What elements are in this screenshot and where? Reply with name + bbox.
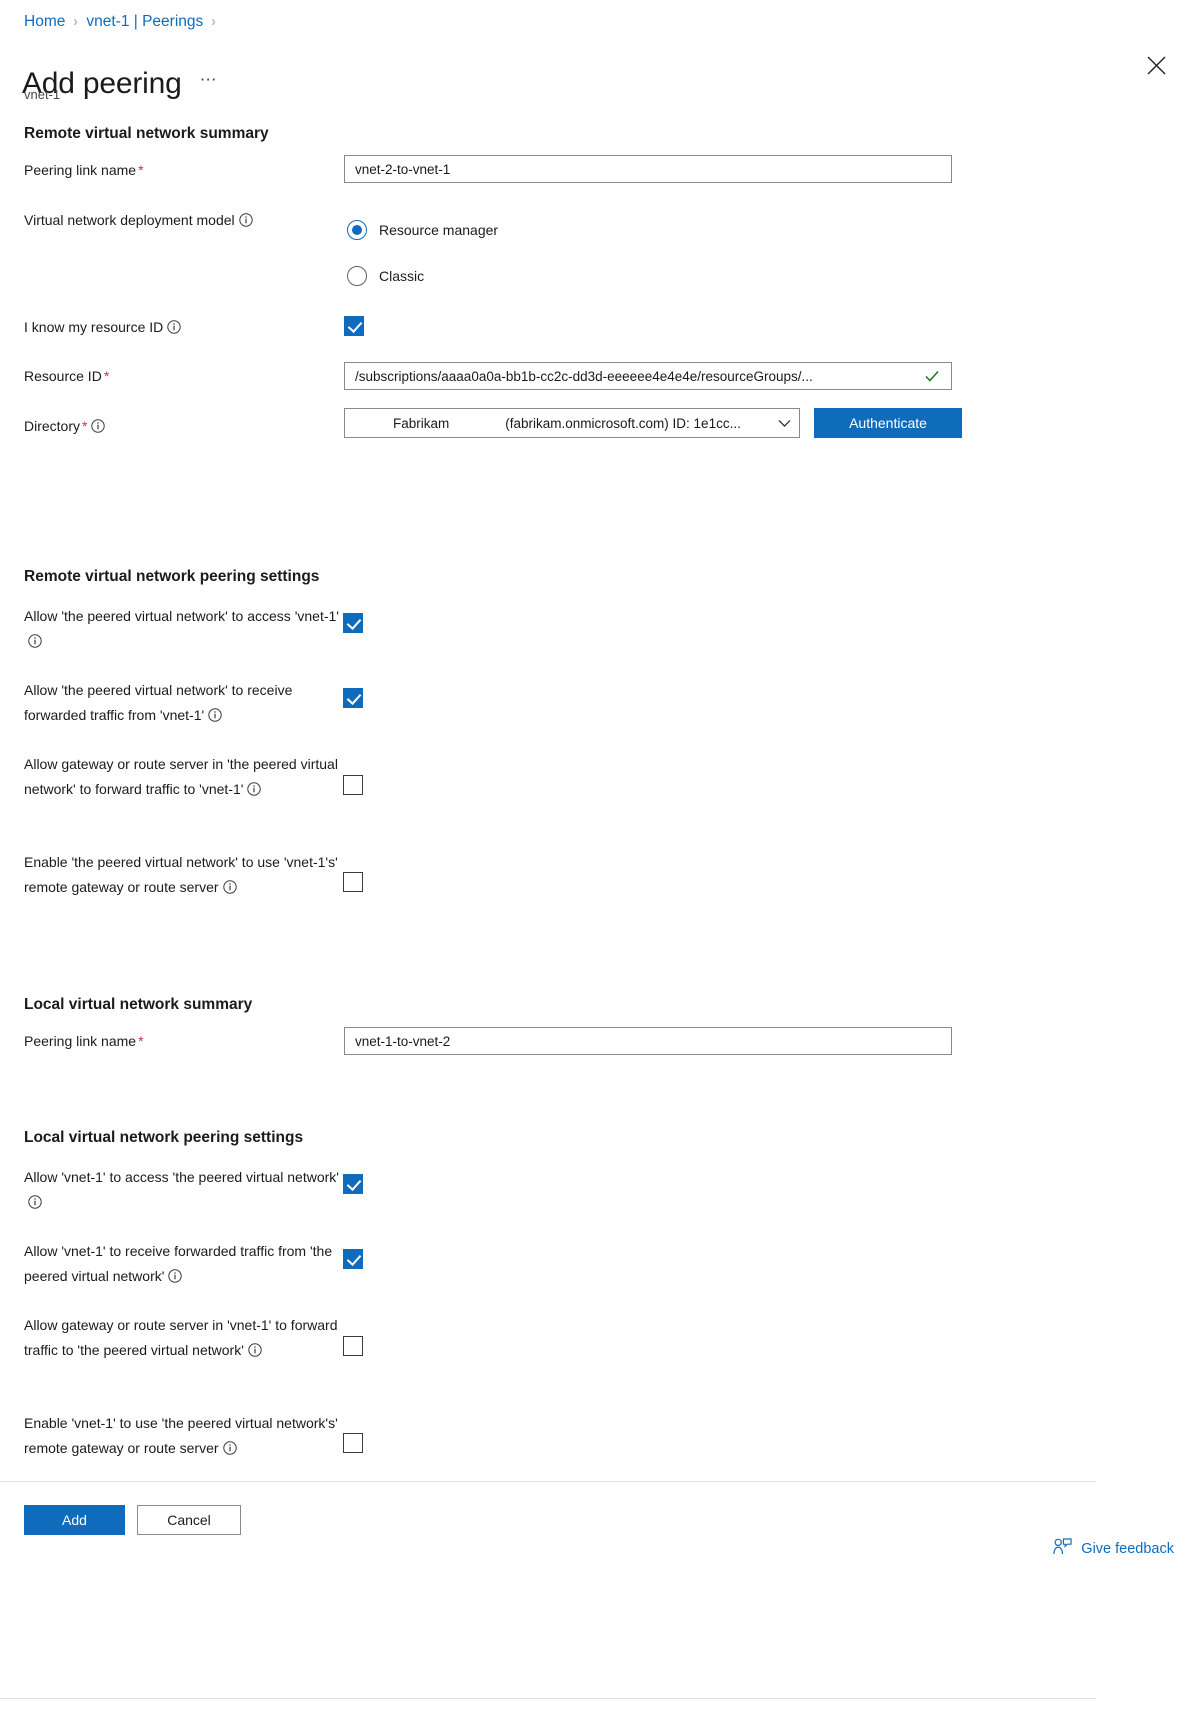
info-icon[interactable] xyxy=(167,320,181,334)
info-icon[interactable] xyxy=(208,707,222,722)
cancel-button[interactable]: Cancel xyxy=(137,1505,241,1535)
directory-selected-detail: (fabrikam.onmicrosoft.com) ID: 1e1cc... xyxy=(505,415,741,431)
add-button[interactable]: Add xyxy=(24,1505,125,1535)
resource-id-valid-icon xyxy=(925,371,939,382)
breadcrumb-item-home[interactable]: Home xyxy=(24,12,65,32)
resource-id-label: Resource ID * xyxy=(24,368,110,384)
local-setting-0-checkbox[interactable] xyxy=(343,1174,363,1194)
know-resource-id-checkbox[interactable] xyxy=(344,316,364,336)
radio-resource-manager-label: Resource manager xyxy=(379,221,499,238)
info-icon[interactable] xyxy=(28,633,42,648)
footer-divider xyxy=(0,1481,1096,1482)
title-row: Add peering ⋯ xyxy=(22,44,222,124)
local-setting-2-checkbox[interactable] xyxy=(343,1336,363,1356)
info-icon[interactable] xyxy=(28,1194,42,1209)
info-icon[interactable] xyxy=(91,419,106,433)
local-setting-2-label: Allow gateway or route server in 'vnet-1… xyxy=(24,1317,338,1358)
radio-classic[interactable]: Classic xyxy=(347,266,424,286)
remote-peering-link-name-input[interactable] xyxy=(344,155,952,183)
local-peering-link-name-input[interactable] xyxy=(344,1027,952,1055)
radio-resource-manager-indicator[interactable] xyxy=(347,220,367,240)
give-feedback-link[interactable]: Give feedback xyxy=(1053,1538,1174,1559)
remote-settings-heading: Remote virtual network peering settings xyxy=(24,568,320,585)
breadcrumb: Home › vnet-1 | Peerings › xyxy=(24,12,216,32)
directory-label: Directory * xyxy=(24,417,106,436)
page-subtitle: vnet-1 xyxy=(24,87,61,102)
info-icon[interactable] xyxy=(222,1440,237,1455)
info-icon[interactable] xyxy=(247,781,262,796)
resource-id-input[interactable] xyxy=(344,362,952,390)
remote-setting-1-checkbox[interactable] xyxy=(343,688,363,708)
radio-resource-manager[interactable]: Resource manager xyxy=(347,220,498,240)
info-icon[interactable] xyxy=(248,1342,262,1357)
breadcrumb-item-peerings[interactable]: vnet-1 | Peerings xyxy=(86,12,203,32)
remote-setting-0-label: Allow 'the peered virtual network' to ac… xyxy=(24,604,346,653)
remote-setting-0-checkbox[interactable] xyxy=(343,613,363,633)
radio-classic-label: Classic xyxy=(379,267,425,284)
local-setting-3-checkbox[interactable] xyxy=(343,1433,363,1453)
close-icon[interactable] xyxy=(1140,49,1172,81)
remote-setting-3-checkbox[interactable] xyxy=(343,872,363,892)
remote-setting-3-label: Enable 'the peered virtual network' to u… xyxy=(24,854,338,895)
local-setting-1-checkbox[interactable] xyxy=(343,1249,363,1269)
feedback-person-icon xyxy=(1053,1538,1072,1559)
know-resource-id-label: I know my resource ID xyxy=(24,318,181,337)
breadcrumb-separator-icon: › xyxy=(74,13,78,30)
remote-setting-2-checkbox[interactable] xyxy=(343,775,363,795)
breadcrumb-separator-icon: › xyxy=(212,13,216,30)
local-setting-3-label: Enable 'vnet-1' to use 'the peered virtu… xyxy=(24,1415,338,1456)
directory-dropdown[interactable]: Fabrikam (fabrikam.onmicrosoft.com) ID: … xyxy=(344,408,800,438)
deployment-model-label: Virtual network deployment model xyxy=(24,211,253,230)
info-icon[interactable] xyxy=(222,879,237,894)
local-peering-link-name-label: Peering link name * xyxy=(24,1033,144,1049)
local-summary-heading: Local virtual network summary xyxy=(24,996,253,1013)
remote-setting-2-label: Allow gateway or route server in 'the pe… xyxy=(24,756,338,797)
remote-setting-1-label: Allow 'the peered virtual network' to re… xyxy=(24,682,293,723)
radio-classic-indicator[interactable] xyxy=(347,266,367,286)
local-setting-1-label: Allow 'vnet-1' to receive forwarded traf… xyxy=(24,1243,333,1284)
chevron-down-icon[interactable] xyxy=(768,419,791,428)
more-options-icon[interactable]: ⋯ xyxy=(196,68,223,100)
local-setting-0-label: Allow 'vnet-1' to access 'the peered vir… xyxy=(24,1165,346,1214)
give-feedback-label: Give feedback xyxy=(1081,1540,1174,1557)
directory-selected-name: Fabrikam xyxy=(393,415,450,431)
authenticate-button[interactable]: Authenticate xyxy=(814,408,962,438)
remote-peering-link-name-label: Peering link name * xyxy=(24,162,144,178)
remote-summary-heading: Remote virtual network summary xyxy=(24,125,269,142)
feedback-divider xyxy=(0,1698,1096,1699)
local-settings-heading: Local virtual network peering settings xyxy=(24,1129,304,1146)
info-icon[interactable] xyxy=(238,213,253,227)
add-peering-page: Home › vnet-1 | Peerings › Add peering ⋯… xyxy=(0,0,1200,1720)
info-icon[interactable] xyxy=(168,1268,183,1283)
